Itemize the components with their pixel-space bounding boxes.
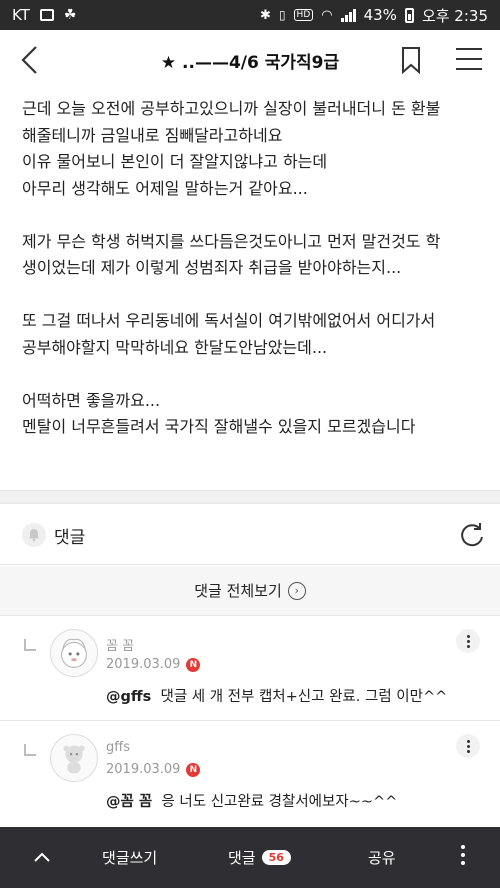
comment-meta: 2019.03.09 N <box>106 762 201 777</box>
reply-indent-icon <box>24 639 36 651</box>
article-blank-line <box>22 282 492 309</box>
article-line: 제가 무슨 학생 허벅지를 쓰다듬은것도아니고 먼저 말건것도 학 <box>22 231 441 251</box>
bottom-action-bar: 댓글쓰기 댓글 56 공유 <box>0 827 500 888</box>
app-header: ★ ..——4/6 국가직9급 <box>0 30 500 90</box>
hamburger-menu-icon[interactable] <box>456 48 482 70</box>
comment-mention[interactable]: @gffs <box>106 689 151 705</box>
avatar[interactable] <box>50 734 98 782</box>
more-options-icon[interactable] <box>456 629 480 653</box>
comment-meta: 2019.03.09 N <box>106 657 201 672</box>
chevron-up-icon[interactable] <box>32 847 52 867</box>
back-chevron-icon[interactable] <box>16 44 46 76</box>
bookmark-icon[interactable] <box>400 46 422 74</box>
comment-item: gffs 2019.03.09 N @꼼 꼼 응 너도 신고완료 경찰서에보자~… <box>0 722 500 826</box>
game-icon: ☘ <box>63 7 77 23</box>
status-right: ✱ ▯ HD ◠ 43% 오후 2:35 <box>260 5 488 26</box>
battery-icon <box>404 7 414 23</box>
comments-button[interactable]: 댓글 56 <box>228 847 291 868</box>
comment-body: 댓글 세 개 전부 캡처+신고 완료. 그럼 이만^^ <box>160 689 448 705</box>
clock: 오후 2:35 <box>421 6 488 25</box>
comments-label: 댓글 <box>54 528 86 548</box>
comment-author[interactable]: gffs <box>106 740 130 755</box>
comment-mention[interactable]: @꼼 꼼 <box>106 794 152 810</box>
battery-percent: 43% <box>363 6 397 24</box>
share-button[interactable]: 공유 <box>368 847 396 868</box>
avatar[interactable] <box>50 629 98 677</box>
view-all-comments-button[interactable]: 댓글 전체보기 › <box>0 566 500 616</box>
comment-body: 응 너도 신고완료 경찰서에보자~~^^ <box>161 794 398 810</box>
article-line: 공부해야할지 막막하네요 한달도안남았는데... <box>22 337 328 357</box>
image-icon <box>39 9 54 21</box>
comment-author[interactable]: 꼼 꼼 <box>106 635 134 654</box>
write-comment-button[interactable]: 댓글쓰기 <box>102 847 157 868</box>
article-line: 근데 오늘 오전에 공부하고있으니까 실장이 불러내더니 돈 환불 <box>22 99 441 118</box>
bluetooth-icon: ✱ <box>260 7 271 23</box>
new-badge: N <box>186 762 201 777</box>
article-line: 해줄테니까 금일내로 짐빼달라고하네요 <box>22 125 283 145</box>
article-line: 생이었는데 제가 이렇게 성범죄자 취급을 받아야하는지... <box>22 258 402 277</box>
article-body: 근데 오늘 오전에 공부하고있으니까 실장이 불러내더니 돈 환불 해줄테니까 … <box>22 96 492 441</box>
wifi-icon: ◠ <box>321 7 333 23</box>
status-left: KT ☘ <box>12 6 76 24</box>
article-line: 이유 물어보니 본인이 더 잘알지않냐고 하는데 <box>22 152 328 171</box>
reply-indent-icon <box>24 744 36 756</box>
carrier-label: KT <box>12 6 30 24</box>
comment-text: @꼼 꼼 응 너도 신고완료 경찰서에보자~~^^ <box>106 790 397 811</box>
hd-icon: HD <box>293 9 314 21</box>
refresh-icon[interactable] <box>458 521 486 549</box>
more-options-icon[interactable] <box>456 734 480 758</box>
article-line: 아무리 생각해도 어제일 말하는거 같아요... <box>22 178 308 198</box>
comment-item: 꼼 꼼 2019.03.09 N @gffs 댓글 세 개 전부 캡처+신고 완… <box>0 617 500 721</box>
comments-header: 댓글 <box>0 505 500 565</box>
signal-icon <box>340 8 356 22</box>
page-title: ★ ..——4/6 국가직9급 <box>160 53 340 73</box>
article-blank-line <box>22 361 492 388</box>
bell-icon[interactable] <box>22 523 46 547</box>
comment-date: 2019.03.09 <box>106 762 181 777</box>
status-bar: KT ☘ ✱ ▯ HD ◠ 43% 오후 2:35 <box>0 0 500 30</box>
comment-count-badge: 56 <box>261 850 291 865</box>
vibrate-icon: ▯ <box>278 8 286 22</box>
article-line: 또 그걸 떠나서 우리동네에 독서실이 여기밖에없어서 어디가서 <box>22 311 436 330</box>
comment-text: @gffs 댓글 세 개 전부 캡처+신고 완료. 그럼 이만^^ <box>106 685 447 706</box>
comment-date: 2019.03.09 <box>106 657 181 672</box>
chevron-right-circle-icon: › <box>287 581 306 600</box>
article-blank-line <box>22 202 492 229</box>
view-all-label: 댓글 전체보기 <box>194 582 282 600</box>
section-divider <box>0 490 500 504</box>
comments-button-label: 댓글 <box>228 849 256 867</box>
more-vertical-icon[interactable] <box>458 845 468 869</box>
new-badge: N <box>186 657 201 672</box>
article-line: 멘탈이 너무흔들려서 국가직 잘해낼수 있을지 모르겠습니다 <box>22 417 416 436</box>
article-line: 어떡하면 좋을까요... <box>22 390 161 410</box>
